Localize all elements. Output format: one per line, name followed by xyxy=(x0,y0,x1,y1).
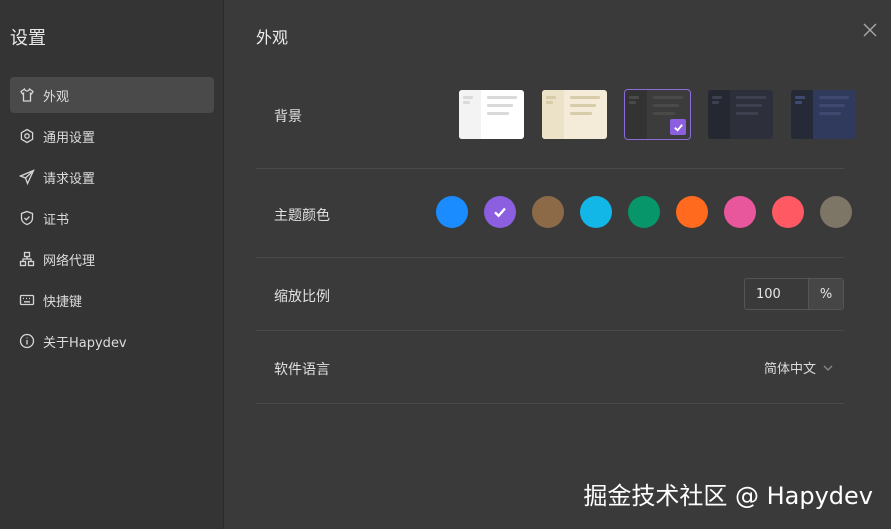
shirt-icon xyxy=(19,87,35,103)
background-theme-beige[interactable] xyxy=(542,90,607,139)
theme-preview-line xyxy=(819,96,849,99)
sidebar-title: 设置 xyxy=(10,28,46,49)
sidebar-item-label: 请求设置 xyxy=(43,171,96,187)
sidebar-item-appearance[interactable]: 外观 xyxy=(10,77,214,113)
theme-preview-line xyxy=(819,112,841,115)
theme-color-swatch[interactable] xyxy=(676,196,708,228)
close-button[interactable] xyxy=(863,22,879,38)
theme-preview-line xyxy=(487,96,517,99)
sidebar-item-label: 关于Hapydev xyxy=(43,335,127,351)
background-label: 背景 xyxy=(274,109,302,125)
language-label: 软件语言 xyxy=(274,362,330,378)
theme-preview-line xyxy=(546,96,556,99)
theme-preview-line xyxy=(653,96,683,99)
page-title: 外观 xyxy=(256,28,289,47)
sidebar-item-label: 通用设置 xyxy=(43,130,96,146)
watermark: 掘金技术社区 @ Hapydev xyxy=(583,482,873,510)
theme-preview-line xyxy=(487,104,513,107)
zoom-control: % xyxy=(744,278,844,310)
settings-main: 外观 背景 主题颜色 缩放比例 % 软件语言 简体中文 xyxy=(225,0,891,529)
theme-color-label: 主题颜色 xyxy=(274,208,330,224)
send-icon xyxy=(19,169,35,185)
background-theme-navy-dark[interactable] xyxy=(708,90,773,139)
sidebar-item-label: 网络代理 xyxy=(43,253,96,269)
sidebar-item-proxy[interactable]: 网络代理 xyxy=(10,241,214,277)
theme-preview-line xyxy=(795,101,802,104)
close-icon xyxy=(863,23,877,37)
theme-preview-line xyxy=(736,112,758,115)
background-theme-list xyxy=(459,89,856,140)
theme-preview-line xyxy=(736,96,766,99)
background-theme-white[interactable] xyxy=(459,90,524,139)
theme-preview-line xyxy=(653,112,675,115)
theme-preview-line xyxy=(463,96,473,99)
theme-color-swatch[interactable] xyxy=(772,196,804,228)
sidebar-item-certificate[interactable]: 证书 xyxy=(10,200,214,236)
theme-color-swatch[interactable] xyxy=(484,196,516,228)
sidebar-item-label: 快捷键 xyxy=(43,294,83,310)
sidebar-item-label: 外观 xyxy=(43,89,70,105)
theme-preview-line xyxy=(629,101,636,104)
zoom-input[interactable] xyxy=(745,279,808,309)
theme-preview-line xyxy=(463,101,470,104)
theme-preview-line xyxy=(570,104,596,107)
theme-preview-line xyxy=(653,104,679,107)
sidebar-item-general[interactable]: 通用设置 xyxy=(10,118,214,154)
theme-preview-line xyxy=(819,104,845,107)
theme-preview-line xyxy=(570,112,592,115)
zoom-label: 缩放比例 xyxy=(274,289,330,305)
hexagon-gear-icon xyxy=(19,128,35,144)
sidebar-item-shortcuts[interactable]: 快捷键 xyxy=(10,282,214,318)
theme-color-list xyxy=(436,196,852,228)
theme-preview-line xyxy=(570,96,600,99)
sidebar-nav: 外观 通用设置 请求设置 证书 网络代理 快捷键 关于Hapydev xyxy=(10,77,214,364)
checkmark-icon xyxy=(670,119,686,135)
theme-color-swatch[interactable] xyxy=(820,196,852,228)
zoom-unit: % xyxy=(808,279,843,309)
theme-preview-line xyxy=(712,101,719,104)
theme-preview-line xyxy=(546,101,553,104)
sidebar-item-label: 证书 xyxy=(43,212,70,228)
language-select[interactable]: 简体中文 xyxy=(764,358,833,377)
theme-color-swatch[interactable] xyxy=(436,196,468,228)
language-select-value: 简体中文 xyxy=(763,362,816,377)
theme-color-swatch[interactable] xyxy=(580,196,612,228)
info-icon xyxy=(19,333,35,349)
theme-color-swatch[interactable] xyxy=(628,196,660,228)
theme-color-setting-row: 主题颜色 xyxy=(256,169,852,258)
shield-check-icon xyxy=(19,210,35,226)
checkmark-icon xyxy=(494,207,506,218)
keyboard-icon xyxy=(19,292,35,308)
sidebar-item-about[interactable]: 关于Hapydev xyxy=(10,323,214,359)
background-theme-dark[interactable] xyxy=(624,89,691,140)
settings-sidebar: 设置 外观 通用设置 请求设置 证书 网络代理 快捷键 关于Hapydev xyxy=(0,0,224,529)
theme-preview-line xyxy=(712,96,722,99)
theme-color-swatch[interactable] xyxy=(724,196,756,228)
theme-preview-line xyxy=(736,104,762,107)
zoom-setting-row: 缩放比例 % xyxy=(256,258,844,331)
theme-color-swatch[interactable] xyxy=(532,196,564,228)
theme-preview-line xyxy=(629,96,639,99)
language-setting-row: 软件语言 简体中文 xyxy=(256,331,844,404)
theme-preview-line xyxy=(487,112,509,115)
background-theme-blue-dark[interactable] xyxy=(791,90,856,139)
background-setting-row: 背景 xyxy=(256,77,856,169)
theme-preview-line xyxy=(795,96,805,99)
network-icon xyxy=(19,251,35,267)
sidebar-item-request[interactable]: 请求设置 xyxy=(10,159,214,195)
chevron-down-icon xyxy=(823,365,833,371)
